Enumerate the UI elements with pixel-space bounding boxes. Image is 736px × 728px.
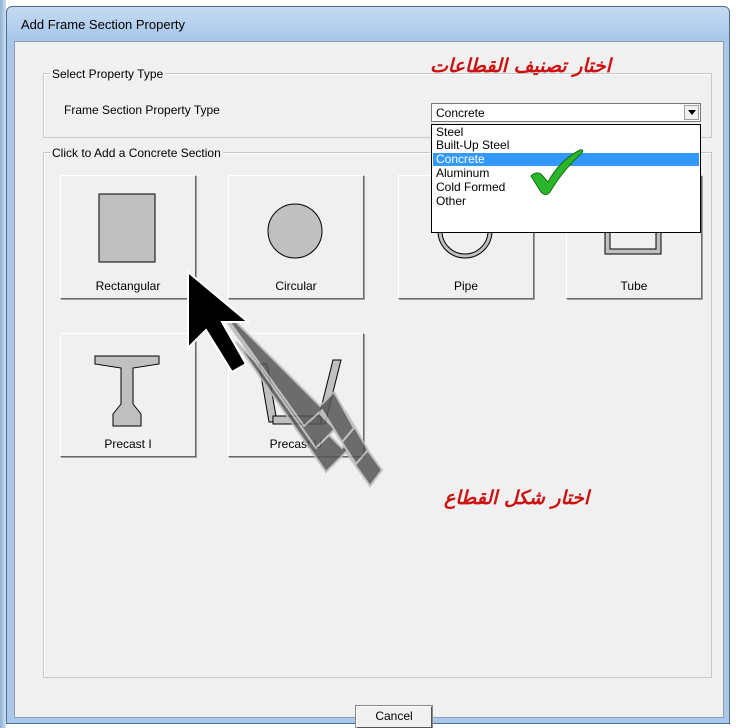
annotation-choose-type: اختار تصنيف القطاعات bbox=[430, 55, 611, 77]
annotation-overlay bbox=[187, 149, 584, 488]
annotation-choose-shape: اختار شكل القطاع bbox=[444, 487, 590, 509]
arrow-trail-icon bbox=[213, 299, 384, 488]
cursor-arrow-icon bbox=[187, 269, 251, 374]
check-mark-icon bbox=[530, 149, 584, 195]
